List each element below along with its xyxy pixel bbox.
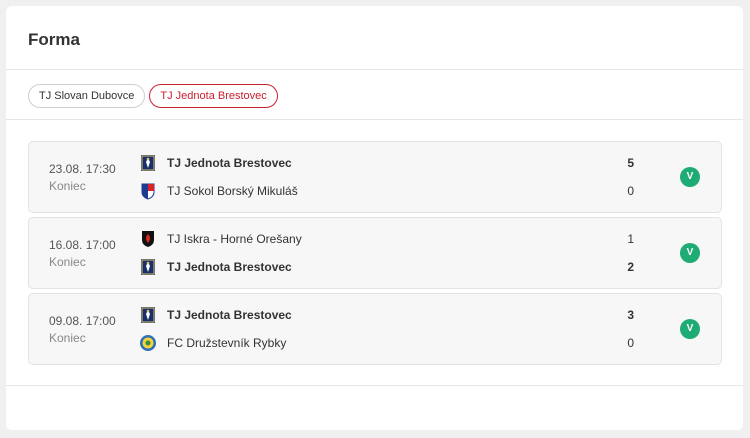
home-team: TJ Iskra - Horné Orešany xyxy=(139,229,302,249)
home-score: 1 xyxy=(627,232,634,246)
away-team: TJ Jednota Brestovec xyxy=(139,257,292,277)
away-team-name: TJ Jednota Brestovec xyxy=(167,260,292,274)
home-team: TJ Jednota Brestovec xyxy=(139,153,292,173)
tab-slovan-dubovce[interactable]: TJ Slovan Dubovce xyxy=(28,84,146,108)
away-team-name: TJ Sokol Borský Mikuláš xyxy=(167,184,298,198)
iskra-horne-oresany-crest-icon xyxy=(139,230,157,248)
home-team: TJ Jednota Brestovec xyxy=(139,305,292,325)
match-status: Koniec xyxy=(49,255,86,269)
home-score: 3 xyxy=(627,308,634,322)
druzstevnik-rybky-crest-icon xyxy=(139,334,157,352)
sokol-borsky-mikulas-crest-icon xyxy=(139,182,157,200)
result-badge: V xyxy=(680,243,700,263)
match-date: 09.08. 17:00 xyxy=(49,314,116,328)
match-status: Koniec xyxy=(49,331,86,345)
away-score: 2 xyxy=(627,260,634,274)
page-title: Forma xyxy=(28,30,80,49)
match-date: 23.08. 17:30 xyxy=(49,162,116,176)
match-row[interactable]: 23.08. 17:30 Koniec TJ Jednota Brestovec… xyxy=(28,141,722,213)
result-badge: V xyxy=(680,319,700,339)
header-divider xyxy=(6,69,743,70)
away-team-name: FC Družstevník Rybky xyxy=(167,336,287,350)
match-date: 16.08. 17:00 xyxy=(49,238,116,252)
footer-divider xyxy=(6,385,743,386)
match-row[interactable]: 09.08. 17:00 Koniec TJ Jednota Brestovec… xyxy=(28,293,722,365)
home-team-name: TJ Jednota Brestovec xyxy=(167,308,292,322)
away-score: 0 xyxy=(627,336,634,350)
tab-jednota-brestovec[interactable]: TJ Jednota Brestovec xyxy=(149,84,278,108)
match-status: Koniec xyxy=(49,179,86,193)
away-team: FC Družstevník Rybky xyxy=(139,333,286,353)
brestovec-crest-icon xyxy=(139,306,157,324)
tabs-divider xyxy=(6,119,743,120)
form-card: Forma TJ Slovan Dubovce TJ Jednota Brest… xyxy=(6,6,743,430)
brestovec-crest-icon xyxy=(139,154,157,172)
away-score: 0 xyxy=(627,184,634,198)
home-score: 5 xyxy=(627,156,634,170)
result-badge: V xyxy=(680,167,700,187)
home-team-name: TJ Iskra - Horné Orešany xyxy=(167,232,302,246)
home-team-name: TJ Jednota Brestovec xyxy=(167,156,292,170)
brestovec-crest-icon xyxy=(139,258,157,276)
team-tabs: TJ Slovan Dubovce TJ Jednota Brestovec xyxy=(28,84,278,108)
match-row[interactable]: 16.08. 17:00 Koniec TJ Iskra - Horné Ore… xyxy=(28,217,722,289)
away-team: TJ Sokol Borský Mikuláš xyxy=(139,181,298,201)
